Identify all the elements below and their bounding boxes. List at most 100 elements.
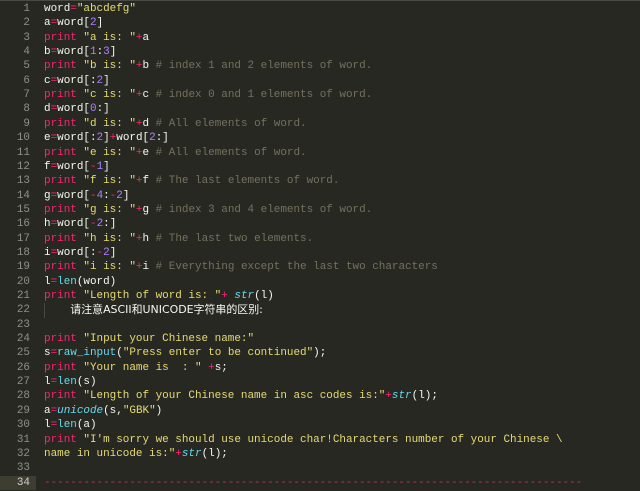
code-line[interactable]: 23 xyxy=(0,317,640,333)
line-code: print "I'm sorry we should use unicode c… xyxy=(44,433,563,447)
line-number: 30 xyxy=(0,418,36,433)
code-line[interactable]: 27 l=len(s) xyxy=(0,375,640,390)
code-text: (word) xyxy=(76,275,117,288)
line-number: 24 xyxy=(0,332,36,347)
keyword-token: print xyxy=(44,31,77,44)
line-code: c=word[:2] xyxy=(44,74,110,88)
code-line[interactable]: 26 print "Your name is : " +s; xyxy=(0,360,640,376)
code-line[interactable]: 15 print "g is: "+g # index 3 and 4 eleme… xyxy=(0,202,640,218)
code-line[interactable]: 13 print "f is: "+f # The last elements o… xyxy=(0,174,640,189)
code-text: i xyxy=(44,246,51,259)
code-text: ] xyxy=(109,246,117,259)
code-line[interactable]: 18 i=word[:-2] xyxy=(0,245,640,261)
code-line[interactable]: 25 s=raw_input("Press enter to be continu… xyxy=(0,346,640,361)
code-line[interactable]: 33 xyxy=(0,461,640,476)
code-line[interactable]: 1 word="abcdefg" xyxy=(0,2,640,17)
line-number: 3 xyxy=(0,30,36,46)
line-number: 2 xyxy=(0,16,36,31)
code-line[interactable]: 21 print "Length of word is: "+ str(l) xyxy=(0,289,640,304)
operator-token: + xyxy=(135,89,143,102)
line-number: 20 xyxy=(0,274,36,289)
string-token: "a is: " xyxy=(83,31,136,44)
operator-token: - xyxy=(89,160,97,173)
number-token: 3 xyxy=(103,46,110,59)
code-text: f xyxy=(44,160,51,173)
code-line[interactable]: 34 --------------------------------------… xyxy=(0,475,640,490)
line-number: 14 xyxy=(0,188,36,203)
code-text: s; xyxy=(214,361,228,374)
code-line[interactable]: 17 print "h is: "+h # The last two elemen… xyxy=(0,231,640,246)
string-token: "c is: " xyxy=(83,89,136,102)
code-line[interactable]: 11 print "e is: "+e # All elements of wor… xyxy=(0,145,640,160)
comment-token: # index 3 and 4 elements of word. xyxy=(155,203,373,216)
line-number: 13 xyxy=(0,174,36,189)
code-text: : xyxy=(103,189,110,202)
keyword-token: print xyxy=(44,89,77,102)
code-text: b xyxy=(142,60,156,73)
string-token: "Your name is : " xyxy=(83,361,202,374)
comment-token: # The last elements of word. xyxy=(155,175,340,188)
line-number: 27 xyxy=(0,375,36,390)
code-editor[interactable]: 1 word="abcdefg" 2 a=word[2] 3 print "a is: "… xyxy=(0,0,640,491)
line-number: 12 xyxy=(0,159,36,175)
code-text: ] xyxy=(109,46,117,59)
string-token: "i is: " xyxy=(83,261,136,274)
string-token: "GBK" xyxy=(122,404,156,417)
code-text: a xyxy=(44,17,51,30)
code-text: h xyxy=(142,232,156,245)
code-line[interactable]: 29 a=unicode(s,"GBK") xyxy=(0,403,640,419)
keyword-token: print xyxy=(44,361,77,374)
code-text: b xyxy=(44,46,51,59)
code-line[interactable]: 28 print "Length of your Chinese name in … xyxy=(0,389,640,404)
code-line[interactable]: 32 name in unicode is:"+str(l); xyxy=(0,446,640,462)
code-line[interactable]: 22 请注意ASCII和UNICODE字符串的区别: xyxy=(0,303,640,318)
code-line[interactable]: 2 a=word[2] xyxy=(0,16,640,31)
line-number: 11 xyxy=(0,145,36,160)
comment-token: # All elements of word. xyxy=(155,117,307,130)
code-line[interactable]: 16 h=word[-2:] xyxy=(0,217,640,232)
line-code: print "Length of word is: "+ str(l) xyxy=(44,289,274,303)
keyword-token: print xyxy=(44,60,77,73)
code-line[interactable]: 9 print "d is: "+d # All elements of word… xyxy=(0,116,640,132)
keyword-token: print xyxy=(44,175,77,188)
code-text: word[ xyxy=(57,46,90,59)
line-number: 9 xyxy=(0,116,36,132)
keyword-token: print xyxy=(44,232,77,245)
code-line[interactable]: 31 print "I'm sorry we should use unicode… xyxy=(0,432,640,447)
code-line[interactable]: 8 d=word[0:] xyxy=(0,102,640,117)
code-text: word[ xyxy=(57,189,90,202)
builtin-token: str xyxy=(234,290,255,302)
operator-token: - xyxy=(89,218,97,231)
operator-token: + xyxy=(385,390,392,403)
code-text: :] xyxy=(103,218,117,231)
code-line[interactable]: 5 print "b is: "+b # index 1 and 2 elemen… xyxy=(0,59,640,74)
code-line[interactable]: 3 print "a is: "+a xyxy=(0,30,640,46)
code-line[interactable]: 24 print "Input your Chinese name:" xyxy=(0,332,640,347)
function-token: len xyxy=(57,419,77,432)
code-line[interactable]: 10 e=word[:2]+word[2:] xyxy=(0,131,640,146)
code-text: h xyxy=(44,218,51,231)
line-number: 23 xyxy=(0,317,36,333)
code-line[interactable]: 6 c=word[:2] xyxy=(0,73,640,89)
code-line[interactable]: 19 print "i is: "+i # Everything except t… xyxy=(0,260,640,275)
code-line[interactable]: 4 b=word[1:3] xyxy=(0,45,640,60)
code-line[interactable]: 20 l=len(word) xyxy=(0,274,640,289)
code-line[interactable]: 14 g=word[-4:-2] xyxy=(0,188,640,203)
code-text: :] xyxy=(96,103,110,116)
code-text: l xyxy=(44,419,51,432)
string-token: name in unicode is:" xyxy=(44,447,176,460)
code-line[interactable]: 12 f=word[-1] xyxy=(0,159,640,175)
string-token: "b is: " xyxy=(83,60,136,73)
code-line[interactable]: 7 print "c is: "+c # index 0 and 1 elemen… xyxy=(0,88,640,103)
code-text: ); xyxy=(313,347,327,360)
keyword-token: print xyxy=(44,261,77,274)
code-text: ] xyxy=(103,74,110,87)
code-line[interactable]: 30 l=len(a) xyxy=(0,418,640,433)
line-code: print "f is: "+f # The last elements of … xyxy=(44,174,339,188)
line-number: 5 xyxy=(0,59,36,74)
code-text: word[: xyxy=(57,74,97,87)
line-number: 32 xyxy=(0,446,36,462)
keyword-token: print xyxy=(44,203,77,216)
keyword-token: print xyxy=(44,390,77,403)
line-number: 17 xyxy=(0,231,36,246)
